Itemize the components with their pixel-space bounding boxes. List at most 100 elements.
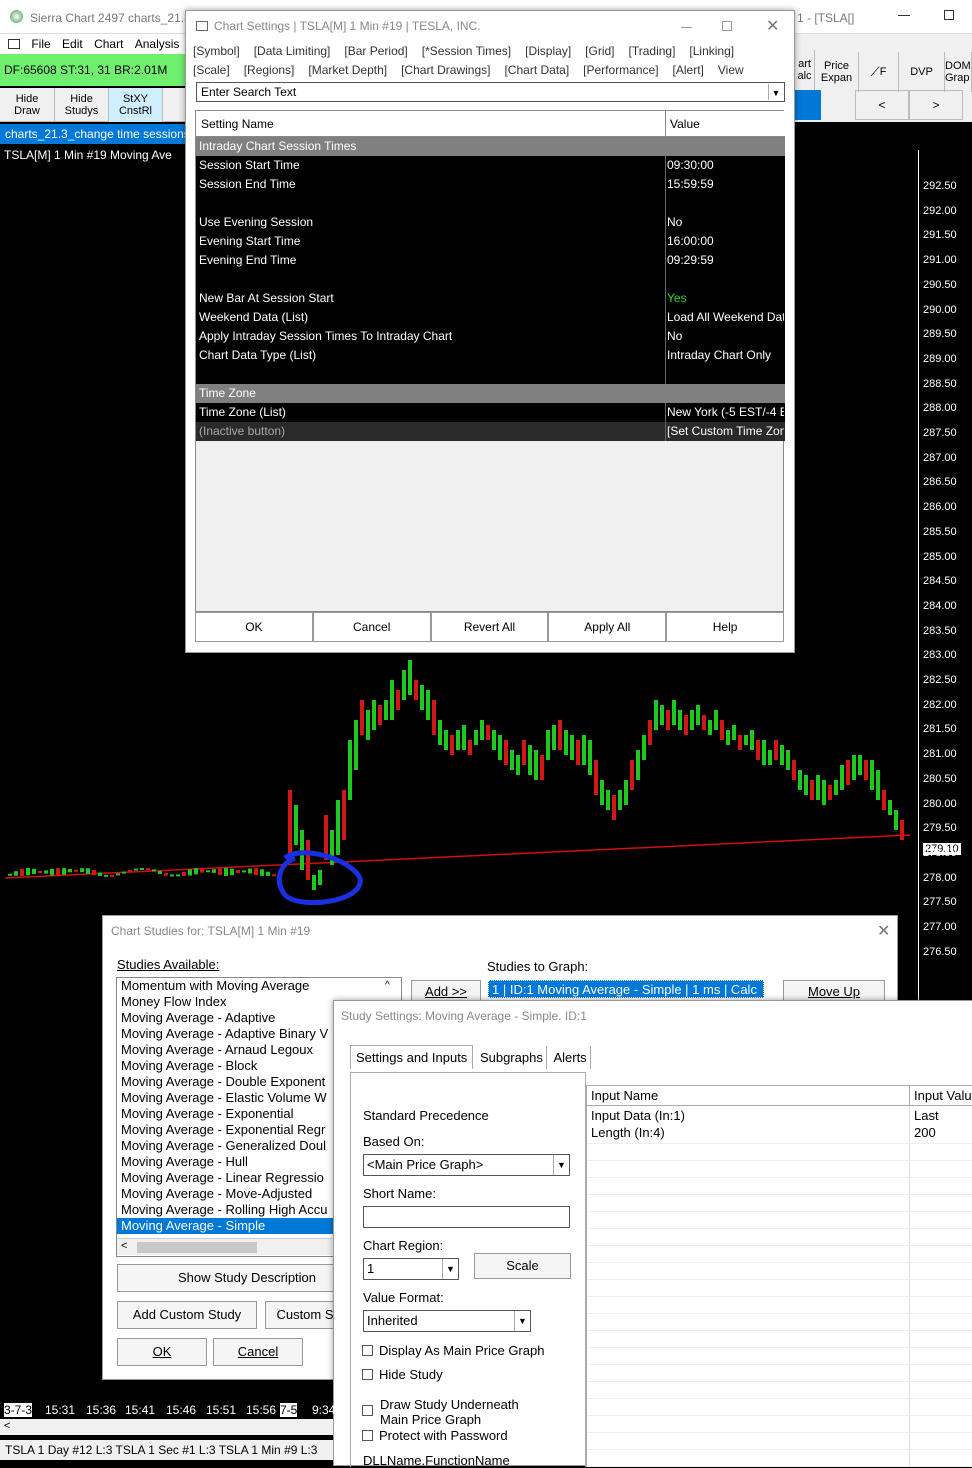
chart-tabs[interactable]: TSLA 1 Day #12 L:3 TSLA 1 Sec #1 L:3 TSL… — [0, 1440, 333, 1460]
studies-to-graph-label: Studies to Graph: — [487, 959, 589, 974]
settings-grid: Setting Name Value Intraday Chart Sessio… — [195, 110, 785, 612]
candle — [552, 725, 556, 750]
time-label: 3-7-3 — [4, 1403, 33, 1417]
settings-row[interactable]: Session End Time 15:59:59 — [196, 175, 785, 194]
h-scroll[interactable]: < — [0, 1419, 333, 1435]
chart-calc-button[interactable]: art alc — [795, 50, 815, 90]
stxy-button[interactable]: StXY CnstRl — [109, 88, 163, 122]
settings-tab[interactable]: [Trading] — [629, 44, 676, 58]
candle — [354, 720, 358, 770]
h-scroll-left-icon[interactable]: < — [4, 1420, 10, 1432]
studies-ok-button[interactable]: OK — [117, 1338, 207, 1366]
settings-tab[interactable]: [Bar Period] — [344, 44, 407, 58]
minimize-icon[interactable] — [898, 15, 910, 16]
settings-row[interactable]: Evening Start Time 16:00:00 — [196, 232, 785, 251]
based-on-select[interactable]: <Main Price Graph> ▼ — [363, 1154, 570, 1176]
dlg-minimize-icon[interactable] — [681, 27, 692, 28]
fib-tool-button[interactable]: ⟋ F — [859, 52, 899, 92]
settings-row[interactable]: (Inactive button) [Set Custom Time Zon — [196, 422, 785, 441]
menu-chart[interactable]: Chart — [94, 34, 123, 54]
draw-underneath-checkbox[interactable]: Draw Study Underneath Main Price Graph — [362, 1397, 542, 1427]
menu-analysis[interactable]: Analysis — [135, 34, 180, 54]
candle — [462, 725, 466, 750]
short-name-label: Short Name: — [363, 1186, 436, 1201]
search-input[interactable]: Enter Search Text ▼ — [196, 82, 785, 102]
grid-line — [587, 1228, 972, 1229]
settings-tab[interactable]: [Alert] — [673, 63, 704, 77]
menu-file[interactable]: File — [31, 34, 50, 54]
next-button[interactable]: > — [909, 90, 963, 120]
settings-blank-row — [196, 194, 785, 213]
chart-region-select[interactable]: 1 ▼ — [363, 1258, 459, 1280]
settings-button-row: OK Cancel Revert All Apply All Help — [195, 612, 784, 642]
hide-study-checkbox[interactable]: Hide Study — [362, 1367, 443, 1382]
candle — [900, 820, 904, 840]
settings-tab[interactable]: [Performance] — [583, 63, 658, 77]
add-custom-study-button[interactable]: Add Custom Study — [117, 1301, 257, 1329]
show-study-description-button[interactable]: Show Study Description — [117, 1264, 347, 1292]
revert-all-button[interactable]: Revert All — [430, 612, 549, 642]
settings-row[interactable]: Time Zone (List) New York (-5 EST/-4 ED — [196, 403, 785, 422]
apply-all-button[interactable]: Apply All — [548, 612, 667, 642]
candle — [708, 720, 712, 735]
settings-tab[interactable]: [Market Depth] — [308, 63, 387, 77]
scale-button[interactable]: Scale — [474, 1253, 571, 1279]
search-dropdown-icon[interactable]: ▼ — [768, 84, 783, 100]
dlg-close-icon[interactable]: ✕ — [766, 16, 779, 36]
settings-tab[interactable]: View — [718, 63, 744, 77]
price-expan-button[interactable]: Price Expan — [815, 52, 859, 92]
settings-tab[interactable]: [Symbol] — [193, 44, 240, 58]
settings-tab[interactable]: [Grid] — [585, 44, 614, 58]
cancel-button[interactable]: Cancel — [312, 612, 431, 642]
scroll-left-icon[interactable]: < — [121, 1240, 127, 1252]
hide-draw-button[interactable]: Hide Draw — [0, 88, 55, 122]
settings-tab[interactable]: [Scale] — [193, 63, 230, 77]
candle — [450, 735, 454, 755]
dvp-button[interactable]: DVP — [899, 52, 945, 92]
settings-tab[interactable]: [Display] — [525, 44, 571, 58]
prev-button[interactable]: < — [855, 90, 909, 120]
input-row[interactable]: Input Data (In:1) Last — [587, 1108, 972, 1125]
dlg-maximize-icon[interactable] — [722, 21, 732, 31]
settings-tab[interactable]: [Regions] — [244, 63, 295, 77]
hide-studys-button[interactable]: Hide Studys — [55, 88, 109, 122]
settings-tab[interactable]: [Data Limiting] — [254, 44, 331, 58]
list-scroll-up[interactable]: ^ — [385, 980, 390, 991]
graph-list-item[interactable]: 1 | ID:1 Moving Average - Simple | 1 ms … — [488, 980, 764, 998]
ok-button[interactable]: OK — [195, 612, 313, 642]
settings-row[interactable]: Session Start Time 09:30:00 — [196, 156, 785, 175]
dom-graph-button[interactable]: DOM Grap — [945, 52, 972, 92]
study-list-item[interactable]: Momentum with Moving Average — [117, 978, 401, 994]
settings-row[interactable]: Evening End Time 09:29:59 — [196, 251, 785, 270]
price-chart[interactable] — [0, 640, 918, 920]
display-main-price-checkbox[interactable]: Display As Main Price Graph — [362, 1343, 544, 1358]
menu-edit[interactable]: Edit — [62, 34, 83, 54]
protect-password-checkbox[interactable]: Protect with Password — [362, 1428, 508, 1443]
scroll-thumb[interactable] — [137, 1242, 257, 1253]
studies-cancel-button[interactable]: Cancel — [213, 1338, 303, 1366]
list-scrollbar[interactable]: < — [117, 1238, 332, 1255]
settings-row[interactable]: Apply Intraday Session Times To Intraday… — [196, 327, 785, 346]
chart-region-label: Chart Region: — [363, 1238, 444, 1253]
help-button[interactable]: Help — [666, 612, 784, 642]
input-row[interactable]: Length (In:4) 200 — [587, 1125, 972, 1142]
tab-settings-inputs[interactable]: Settings and Inputs — [350, 1045, 474, 1069]
settings-tab[interactable]: [Chart Data] — [504, 63, 569, 77]
window-icon[interactable] — [8, 39, 20, 49]
short-name-input[interactable] — [363, 1206, 570, 1228]
settings-row[interactable]: Use Evening Session No — [196, 213, 785, 232]
value-format-select[interactable]: Inherited ▼ — [363, 1310, 531, 1332]
settings-tab[interactable]: [Chart Drawings] — [401, 63, 490, 77]
chartbook-tab[interactable]: charts_21.3_change time sessions — [0, 124, 185, 144]
studies-close-icon[interactable]: ✕ — [877, 921, 890, 941]
maximize-icon[interactable] — [944, 10, 954, 20]
tab-subgraphs[interactable]: Subgraphs — [477, 1046, 547, 1069]
settings-row[interactable]: New Bar At Session Start Yes — [196, 289, 785, 308]
settings-tab[interactable]: [Linking] — [689, 44, 734, 58]
price-axis-label: 289.00 — [923, 352, 957, 365]
tab-alerts[interactable]: Alerts — [550, 1046, 591, 1069]
candle — [630, 760, 634, 790]
settings-tab[interactable]: [*Session Times] — [422, 44, 511, 58]
settings-row[interactable]: Chart Data Type (List) Intraday Chart Onl… — [196, 346, 785, 365]
settings-row[interactable]: Weekend Data (List) Load All Weekend Dat — [196, 308, 785, 327]
